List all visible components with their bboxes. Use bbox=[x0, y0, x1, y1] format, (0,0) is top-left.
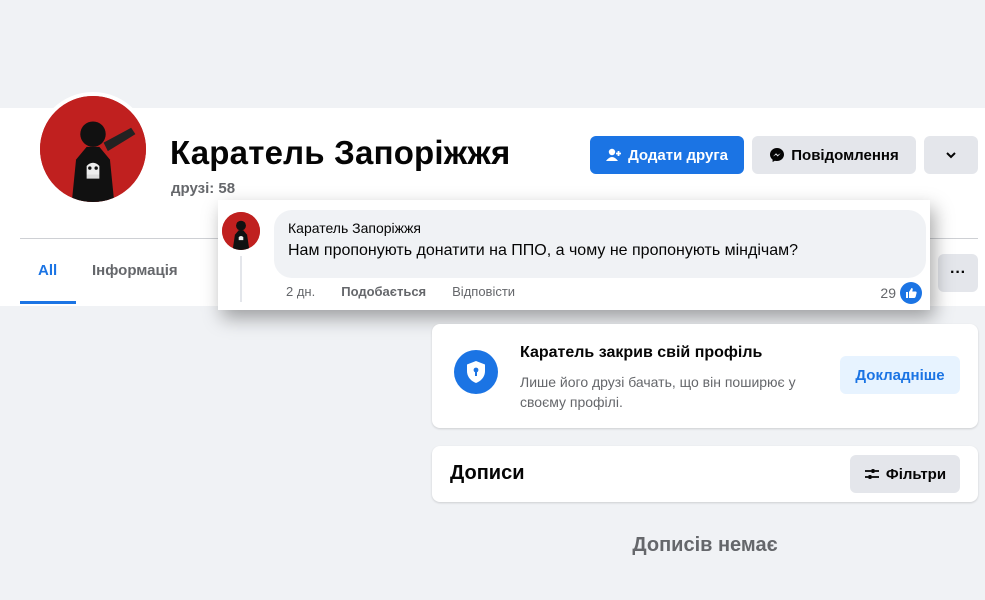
profile-more-button[interactable] bbox=[924, 136, 978, 174]
comment-author[interactable]: Каратель Запоріжжя bbox=[288, 220, 912, 236]
learn-more-button[interactable]: Докладніше bbox=[840, 356, 960, 394]
reaction-count: 29 bbox=[880, 285, 896, 301]
comment-like-button[interactable]: Подобається bbox=[341, 284, 426, 299]
chevron-down-icon bbox=[946, 152, 956, 159]
comment-reply-button[interactable]: Відповісти bbox=[452, 284, 515, 299]
active-tab-indicator bbox=[20, 301, 76, 304]
posts-card: Дописи Фільтри bbox=[432, 446, 978, 502]
friends-count[interactable]: друзі: 58 bbox=[171, 180, 235, 197]
locked-profile-title: Каратель закрив свій профіль bbox=[520, 344, 763, 361]
messenger-icon bbox=[770, 148, 785, 162]
comment-overlay: Каратель Запоріжжя Нам пропонують донати… bbox=[218, 200, 930, 310]
avatar-image bbox=[40, 96, 146, 202]
profile-avatar[interactable] bbox=[36, 92, 150, 206]
message-button[interactable]: Повідомлення bbox=[752, 136, 916, 174]
thread-line bbox=[240, 256, 242, 302]
locked-profile-card: Каратель закрив свій профіль Лише його д… bbox=[432, 324, 978, 428]
comment-avatar[interactable] bbox=[222, 212, 260, 250]
shield-icon bbox=[454, 350, 498, 394]
comment-text: Нам пропонують донатити на ППО, а чому н… bbox=[288, 242, 799, 259]
filters-label: Фільтри bbox=[885, 465, 947, 483]
no-posts-message: Дописів немає bbox=[632, 534, 778, 556]
comment-time[interactable]: 2 дн. bbox=[286, 284, 315, 299]
avatar-image bbox=[222, 212, 260, 250]
comment-actions: 2 дн. Подобається Відповісти bbox=[286, 284, 515, 299]
message-label: Повідомлення bbox=[791, 146, 899, 164]
add-friend-button[interactable]: Додати друга bbox=[590, 136, 744, 174]
locked-profile-description: Лише його друзі бачать, що він поширює у… bbox=[520, 374, 796, 411]
add-friend-label: Додати друга bbox=[628, 146, 728, 164]
top-bar bbox=[0, 0, 985, 108]
profile-name: Каратель Запоріжжя bbox=[170, 134, 511, 171]
tab-all[interactable]: All bbox=[38, 262, 57, 279]
posts-title: Дописи bbox=[450, 462, 525, 484]
tab-info[interactable]: Інформація bbox=[92, 262, 178, 279]
add-user-icon bbox=[606, 148, 622, 161]
comment-reactions[interactable]: 29 bbox=[880, 282, 922, 304]
tabs-more-button[interactable]: ··· bbox=[938, 254, 978, 292]
filter-icon bbox=[864, 469, 879, 479]
filters-button[interactable]: Фільтри bbox=[850, 455, 960, 493]
comment-bubble: Каратель Запоріжжя Нам пропонують донати… bbox=[274, 210, 926, 278]
like-icon bbox=[900, 282, 922, 304]
